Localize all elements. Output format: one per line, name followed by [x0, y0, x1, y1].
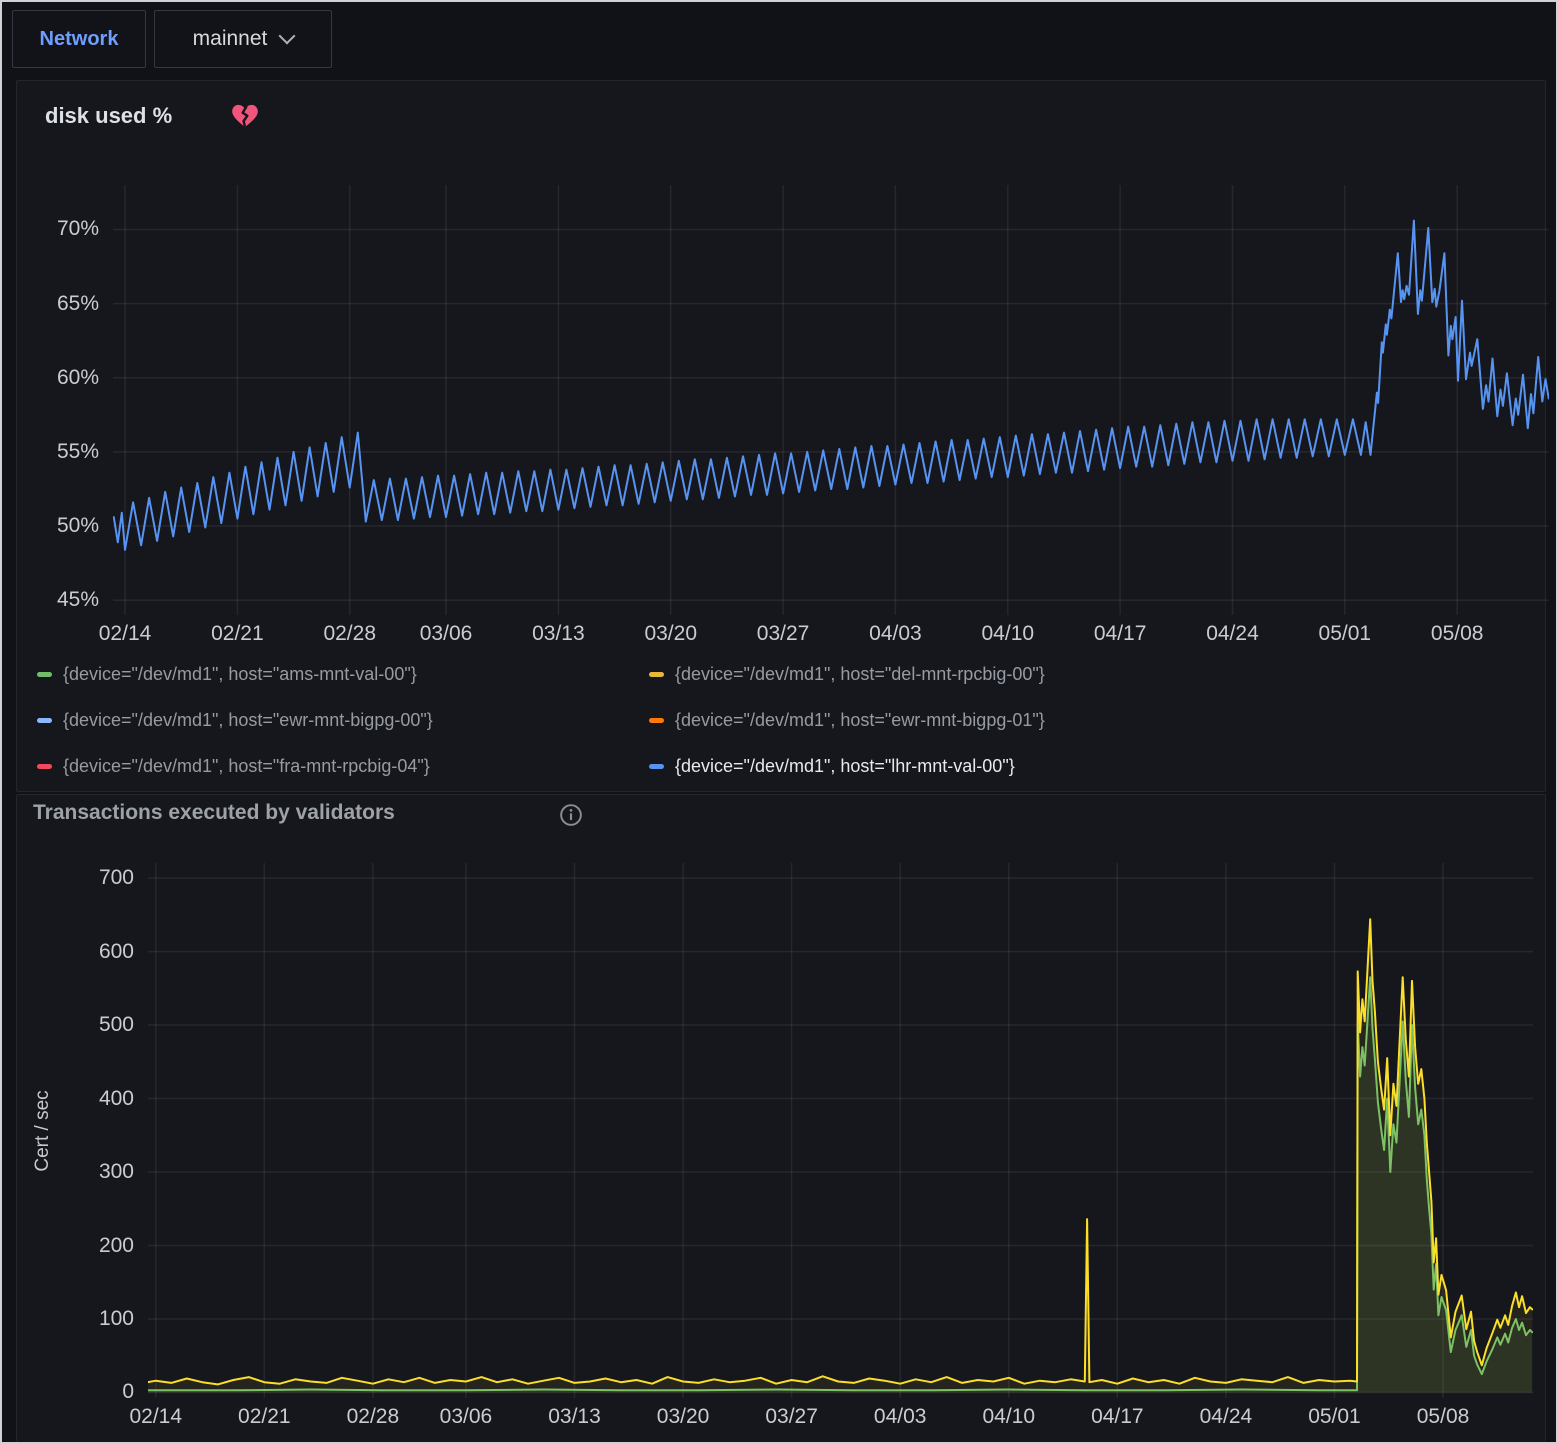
legend-series-marker	[37, 718, 52, 723]
y-axis-tick-label: 500	[62, 1013, 134, 1037]
x-axis-tick-label: 04/03	[855, 1405, 945, 1429]
x-axis-tick-label: 04/24	[1187, 622, 1277, 646]
legend-item[interactable]: {device="/dev/md1", host="ewr-mnt-bigpg-…	[649, 705, 1261, 735]
x-axis-tick-label: 03/13	[530, 1405, 620, 1429]
y-axis-tick-label: 0	[62, 1380, 134, 1404]
network-variable-dropdown[interactable]: mainnet	[154, 10, 332, 68]
tx-chart-svg	[148, 863, 1533, 1398]
legend-series-marker	[37, 672, 52, 677]
y-axis-tick-label: 100	[62, 1307, 134, 1331]
legend-item[interactable]: {device="/dev/md1", host="ewr-mnt-bigpg-…	[37, 705, 649, 735]
x-axis-tick-label: 03/27	[747, 1405, 837, 1429]
series-line	[148, 919, 1532, 1384]
x-axis-tick-label: 05/01	[1300, 622, 1390, 646]
y-axis-tick-label: 700	[62, 866, 134, 890]
network-variable-label: Network	[12, 10, 146, 68]
y-axis-tick-label: 400	[62, 1087, 134, 1111]
broken-heart-icon	[231, 103, 259, 129]
x-axis-tick-label: 03/20	[638, 1405, 728, 1429]
y-axis-title: Cert / sec	[32, 1061, 54, 1201]
panel-transactions: Transactions executed by validators Cert…	[16, 794, 1546, 1442]
x-axis-tick-label: 04/03	[850, 622, 940, 646]
x-axis-tick-label: 04/24	[1181, 1405, 1271, 1429]
legend-series-label: {device="/dev/md1", host="ewr-mnt-bigpg-…	[675, 710, 1045, 731]
legend-series-marker	[649, 672, 664, 677]
y-axis-tick-label: 300	[62, 1160, 134, 1184]
x-axis-tick-label: 02/14	[111, 1405, 201, 1429]
disk-chart-svg	[113, 185, 1549, 615]
y-axis-tick-label: 60%	[27, 366, 99, 390]
y-axis-tick-label: 200	[62, 1234, 134, 1258]
x-axis-tick-label: 05/08	[1412, 622, 1502, 646]
legend-item[interactable]: {device="/dev/md1", host="del-mnt-rpcbig…	[649, 659, 1261, 689]
disk-chart-legend: {device="/dev/md1", host="ams-mnt-val-00…	[37, 659, 1297, 781]
disk-used-chart[interactable]	[113, 185, 1549, 615]
x-axis-tick-label: 02/28	[305, 622, 395, 646]
y-axis-tick-label: 70%	[27, 217, 99, 241]
x-axis-tick-label: 04/10	[963, 622, 1053, 646]
x-axis-tick-label: 03/13	[513, 622, 603, 646]
series-line	[114, 221, 1549, 550]
x-axis-tick-label: 02/28	[328, 1405, 418, 1429]
legend-series-marker	[649, 718, 664, 723]
network-label: Network	[40, 28, 119, 51]
legend-item[interactable]: {device="/dev/md1", host="lhr-mnt-val-00…	[649, 751, 1261, 781]
x-axis-tick-label: 03/20	[626, 622, 716, 646]
y-axis-tick-label: 65%	[27, 292, 99, 316]
panel-disk-used: disk used % {device="/dev/md1", host="am…	[16, 80, 1546, 792]
x-axis-tick-label: 03/27	[738, 622, 828, 646]
panel-title: disk used %	[45, 103, 172, 129]
panel-title: Transactions executed by validators	[33, 801, 395, 825]
legend-item[interactable]: {device="/dev/md1", host="ams-mnt-val-00…	[37, 659, 649, 689]
network-value: mainnet	[193, 27, 268, 51]
x-axis-tick-label: 05/08	[1398, 1405, 1488, 1429]
y-axis-tick-label: 50%	[27, 514, 99, 538]
x-axis-tick-label: 02/14	[80, 622, 170, 646]
y-axis-tick-label: 55%	[27, 440, 99, 464]
legend-series-label: {device="/dev/md1", host="lhr-mnt-val-00…	[675, 756, 1015, 777]
x-axis-tick-label: 03/06	[401, 622, 491, 646]
transactions-chart[interactable]	[148, 863, 1533, 1398]
y-axis-tick-label: 600	[62, 940, 134, 964]
legend-series-marker	[37, 764, 52, 769]
x-axis-tick-label: 04/17	[1072, 1405, 1162, 1429]
x-axis-tick-label: 04/17	[1075, 622, 1165, 646]
legend-series-label: {device="/dev/md1", host="ams-mnt-val-00…	[63, 664, 417, 685]
x-axis-tick-label: 04/10	[964, 1405, 1054, 1429]
legend-series-label: {device="/dev/md1", host="del-mnt-rpcbig…	[675, 664, 1045, 685]
legend-series-marker	[649, 764, 664, 769]
legend-series-label: {device="/dev/md1", host="ewr-mnt-bigpg-…	[63, 710, 433, 731]
x-axis-tick-label: 02/21	[219, 1405, 309, 1429]
legend-series-label: {device="/dev/md1", host="fra-mnt-rpcbig…	[63, 756, 430, 777]
legend-item[interactable]: {device="/dev/md1", host="fra-mnt-rpcbig…	[37, 751, 649, 781]
info-icon[interactable]	[559, 803, 583, 827]
y-axis-tick-label: 45%	[27, 588, 99, 612]
series-line	[148, 977, 1532, 1390]
x-axis-tick-label: 05/01	[1289, 1405, 1379, 1429]
x-axis-tick-label: 02/21	[192, 622, 282, 646]
x-axis-tick-label: 03/06	[421, 1405, 511, 1429]
grafana-dashboard: Network mainnet disk used % {device="/de…	[0, 0, 1558, 1444]
chevron-down-icon	[279, 28, 296, 45]
